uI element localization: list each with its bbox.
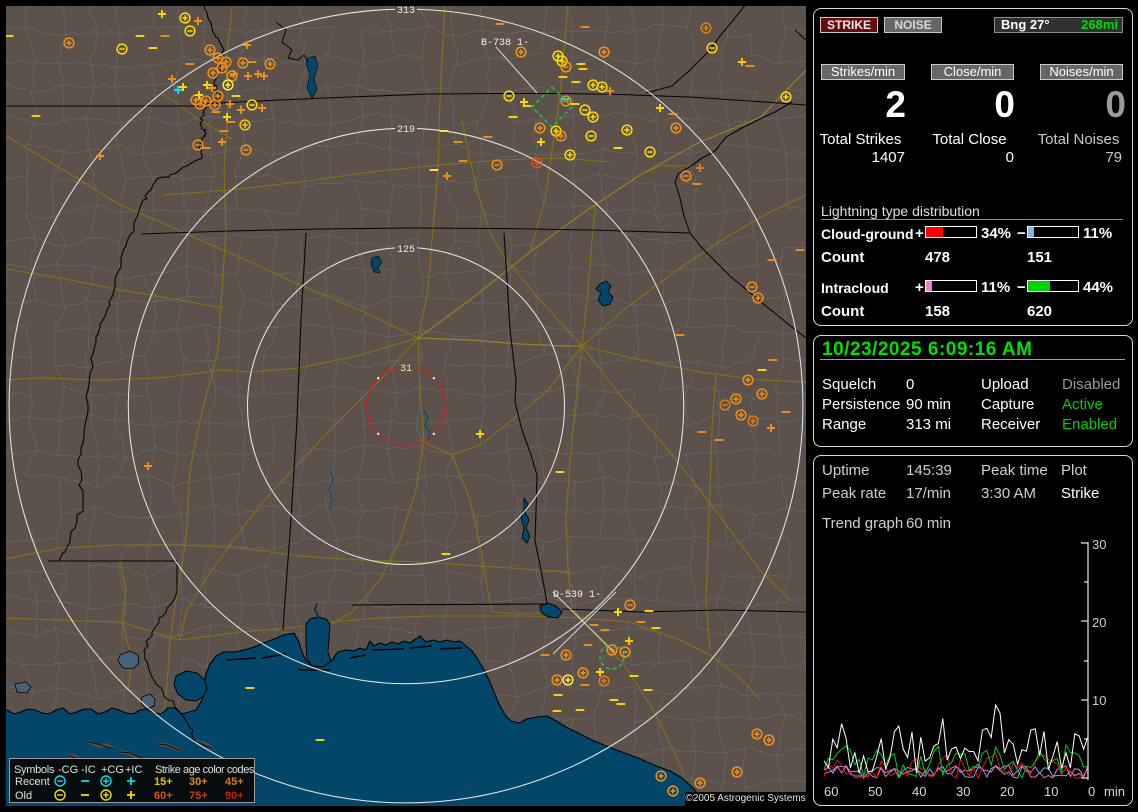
svg-text:313: 313 [397, 6, 415, 17]
svg-text:219: 219 [397, 125, 415, 136]
svg-text:31: 31 [400, 364, 412, 375]
svg-text:125: 125 [397, 245, 415, 256]
svg-text:D-539+1-: D-539+1- [553, 590, 601, 601]
